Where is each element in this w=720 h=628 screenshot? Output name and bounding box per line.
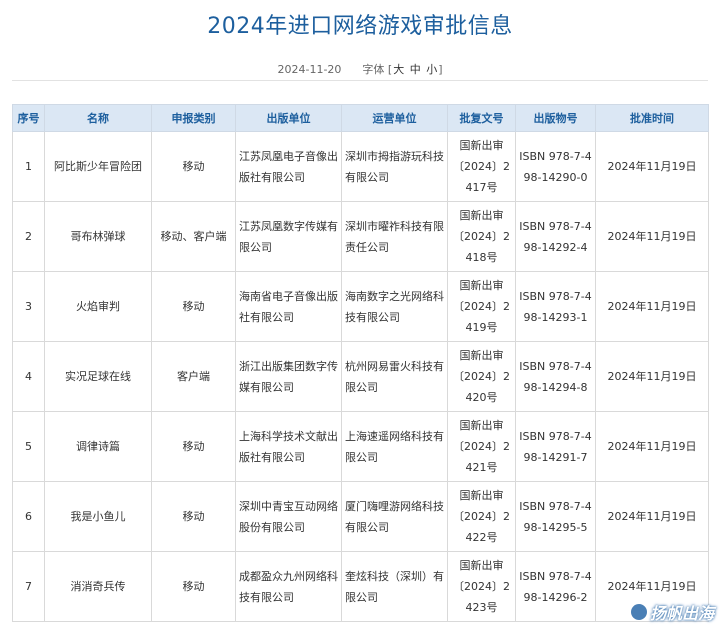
cell-isbn: ISBN 978-7-498-14294-8 (515, 341, 596, 412)
cell-approval-date: 2024年11月19日 (595, 481, 709, 552)
page-title: 2024年进口网络游戏审批信息 (207, 14, 513, 39)
font-size-bracket-close: ] (438, 63, 443, 76)
table-row: 7 消消奇兵传 移动 成都盈众九州网络科技有限公司 奎炫科技（深圳）有限公司 国… (12, 551, 709, 622)
cell-approval-number: 国新出审〔2024〕2420号 (447, 341, 516, 412)
cell-approval-number: 国新出审〔2024〕2419号 (447, 271, 516, 342)
table-row: 3 火焰审判 移动 海南省电子音像出版社有限公司 海南数字之光网络科技有限公司 … (12, 271, 709, 342)
header-approval-number: 批复文号 (447, 104, 516, 132)
cell-approval-number: 国新出审〔2024〕2418号 (447, 201, 516, 272)
cell-name: 消消奇兵传 (44, 551, 152, 622)
cell-publisher: 海南省电子音像出版社有限公司 (235, 271, 342, 342)
table-row: 2 哥布林弹球 移动、客户端 江苏凤凰数字传媒有限公司 深圳市曜祚科技有限责任公… (12, 201, 709, 272)
cell-index: 7 (12, 551, 45, 622)
cell-index: 6 (12, 481, 45, 552)
cell-approval-date: 2024年11月19日 (595, 271, 709, 342)
watermark-logo-icon (630, 604, 647, 620)
cell-publisher: 江苏凤凰数字传媒有限公司 (235, 201, 342, 272)
header-name: 名称 (44, 104, 152, 132)
article-meta: 2024-11-20 字体 [大 中 小] (0, 61, 720, 77)
cell-approval-number: 国新出审〔2024〕2421号 (447, 411, 516, 482)
cell-publisher: 江苏凤凰电子音像出版社有限公司 (235, 131, 342, 202)
cell-approval-number: 国新出审〔2024〕2417号 (447, 131, 516, 202)
title-divider (12, 80, 708, 81)
cell-category: 移动 (151, 131, 236, 202)
cell-approval-number: 国新出审〔2024〕2422号 (447, 481, 516, 552)
header-publisher: 出版单位 (235, 104, 342, 132)
cell-approval-date: 2024年11月19日 (595, 131, 709, 202)
cell-category: 客户端 (151, 341, 236, 412)
header-operator: 运营单位 (341, 104, 448, 132)
cell-isbn: ISBN 978-7-498-14296-2 (515, 551, 596, 622)
cell-name: 阿比斯少年冒险团 (44, 131, 152, 202)
cell-name: 调律诗篇 (44, 411, 152, 482)
cell-operator: 杭州网易雷火科技有限公司 (341, 341, 448, 412)
table-row: 1 阿比斯少年冒险团 移动 江苏凤凰电子音像出版社有限公司 深圳市拇指游玩科技有… (12, 131, 709, 202)
cell-approval-date: 2024年11月19日 (595, 341, 709, 412)
cell-index: 2 (12, 201, 45, 272)
cell-category: 移动 (151, 411, 236, 482)
cell-category: 移动 (151, 551, 236, 622)
cell-name: 哥布林弹球 (44, 201, 152, 272)
header-category: 申报类别 (151, 104, 236, 132)
table-header-row: 序号 名称 申报类别 出版单位 运营单位 批复文号 出版物号 批准时间 (12, 104, 709, 132)
cell-approval-date: 2024年11月19日 (595, 411, 709, 482)
cell-isbn: ISBN 978-7-498-14291-7 (515, 411, 596, 482)
cell-isbn: ISBN 978-7-498-14295-5 (515, 481, 596, 552)
cell-operator: 深圳市拇指游玩科技有限公司 (341, 131, 448, 202)
cell-index: 1 (12, 131, 45, 202)
cell-name: 实况足球在线 (44, 341, 152, 412)
cell-index: 5 (12, 411, 45, 482)
table-row: 5 调律诗篇 移动 上海科学技术文献出版社有限公司 上海速遥网络科技有限公司 国… (12, 411, 709, 482)
table-row: 6 我是小鱼儿 移动 深圳中青宝互动网络股份有限公司 厦门嗨哩游网络科技有限公司… (12, 481, 709, 552)
cell-index: 3 (12, 271, 45, 342)
cell-operator: 厦门嗨哩游网络科技有限公司 (341, 481, 448, 552)
cell-operator: 奎炫科技（深圳）有限公司 (341, 551, 448, 622)
watermark-text: 扬帆出海 (649, 604, 714, 623)
header-index: 序号 (12, 104, 45, 132)
header-isbn: 出版物号 (515, 104, 596, 132)
cell-name: 我是小鱼儿 (44, 481, 152, 552)
cell-publisher: 深圳中青宝互动网络股份有限公司 (235, 481, 342, 552)
approval-table: 序号 名称 申报类别 出版单位 运营单位 批复文号 出版物号 批准时间 1 阿比… (12, 104, 709, 622)
cell-index: 4 (12, 341, 45, 412)
font-size-large-button[interactable]: 大 (392, 63, 405, 76)
cell-operator: 深圳市曜祚科技有限责任公司 (341, 201, 448, 272)
watermark: 扬帆出海 (630, 600, 714, 624)
cell-name: 火焰审判 (44, 271, 152, 342)
cell-approval-date: 2024年11月19日 (595, 201, 709, 272)
cell-category: 移动、客户端 (151, 201, 236, 272)
cell-isbn: ISBN 978-7-498-14293-1 (515, 271, 596, 342)
cell-publisher: 上海科学技术文献出版社有限公司 (235, 411, 342, 482)
publish-date: 2024-11-20 (277, 63, 342, 76)
cell-publisher: 浙江出版集团数字传媒有限公司 (235, 341, 342, 412)
header-approval-date: 批准时间 (595, 104, 709, 132)
font-size-small-button[interactable]: 小 (425, 63, 438, 76)
font-size-label: 字体 (362, 63, 385, 76)
cell-category: 移动 (151, 481, 236, 552)
cell-isbn: ISBN 978-7-498-14290-0 (515, 131, 596, 202)
font-size-medium-button[interactable]: 中 (409, 63, 422, 76)
cell-publisher: 成都盈众九州网络科技有限公司 (235, 551, 342, 622)
cell-operator: 海南数字之光网络科技有限公司 (341, 271, 448, 342)
cell-approval-number: 国新出审〔2024〕2423号 (447, 551, 516, 622)
cell-category: 移动 (151, 271, 236, 342)
table-row: 4 实况足球在线 客户端 浙江出版集团数字传媒有限公司 杭州网易雷火科技有限公司… (12, 341, 709, 412)
cell-isbn: ISBN 978-7-498-14292-4 (515, 201, 596, 272)
cell-operator: 上海速遥网络科技有限公司 (341, 411, 448, 482)
